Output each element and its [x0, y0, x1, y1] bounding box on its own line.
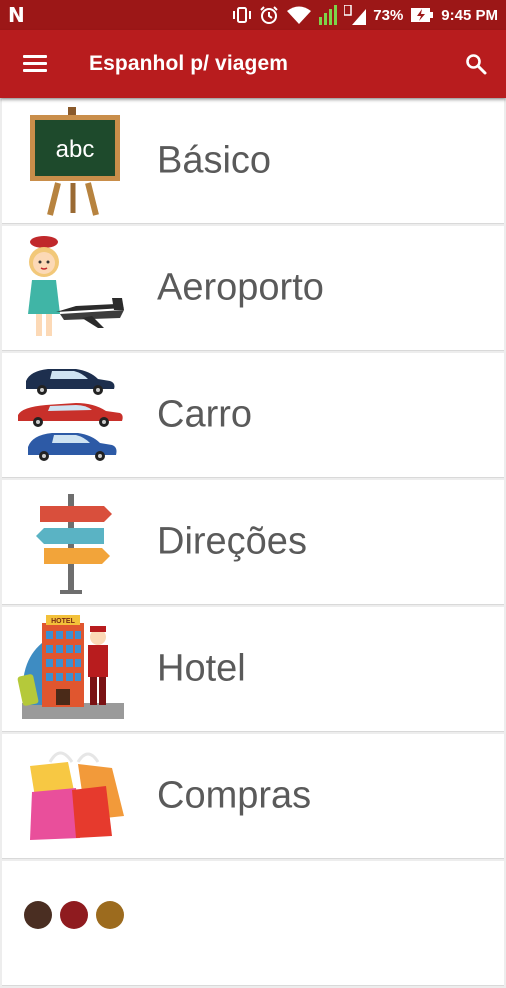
hamburger-menu-icon[interactable] — [23, 55, 47, 73]
search-icon[interactable] — [464, 52, 488, 76]
status-bar: N 73% 9:45 PM — [0, 0, 506, 30]
category-label: Carro — [157, 393, 253, 436]
hotel-bellhop-icon: HOTEL — [17, 615, 124, 719]
status-icons: 73% 9:45 PM — [232, 5, 498, 25]
flight-attendant-airplane-icon — [28, 236, 124, 336]
clock-time: 9:45 PM — [441, 6, 498, 24]
battery-charging-icon — [411, 8, 434, 22]
vibrate-icon — [233, 7, 252, 23]
shopping-bags-icon — [30, 751, 124, 840]
category-label: Básico — [157, 139, 272, 182]
chalkboard-abc-icon: abc — [30, 107, 120, 216]
hotel-sign-text: HOTEL — [51, 618, 75, 625]
board-text: abc — [56, 136, 95, 163]
wifi-icon — [287, 6, 312, 24]
category-item-partial[interactable] — [2, 861, 504, 986]
category-label: Aeroporto — [157, 266, 324, 309]
app-bar: Espanhol p/ viagem — [0, 30, 506, 98]
category-label: Hotel — [157, 647, 246, 690]
category-item-direcoes[interactable]: Direções — [2, 480, 504, 605]
signpost-icon — [36, 494, 112, 594]
cars-icon — [18, 369, 123, 461]
category-list: abc Básico Aeroporto Carro Direções HOTE… — [0, 99, 506, 988]
food-plates-icon — [24, 901, 124, 929]
notification-n-icon: N — [8, 3, 25, 27]
battery-percent: 73% — [373, 6, 404, 24]
signal-green-icon — [319, 5, 338, 25]
category-label: Compras — [157, 774, 312, 817]
cell-signal-icon — [344, 5, 367, 25]
category-item-carro[interactable]: Carro — [2, 353, 504, 478]
category-item-hotel[interactable]: HOTEL Hotel — [2, 607, 504, 732]
page-title: Espanhol p/ viagem — [89, 52, 289, 75]
category-item-aeroporto[interactable]: Aeroporto — [2, 226, 504, 351]
alarm-icon — [260, 6, 278, 24]
category-item-compras[interactable]: Compras — [2, 734, 504, 859]
category-label: Direções — [157, 520, 307, 563]
category-item-basico[interactable]: abc Básico — [2, 99, 504, 224]
